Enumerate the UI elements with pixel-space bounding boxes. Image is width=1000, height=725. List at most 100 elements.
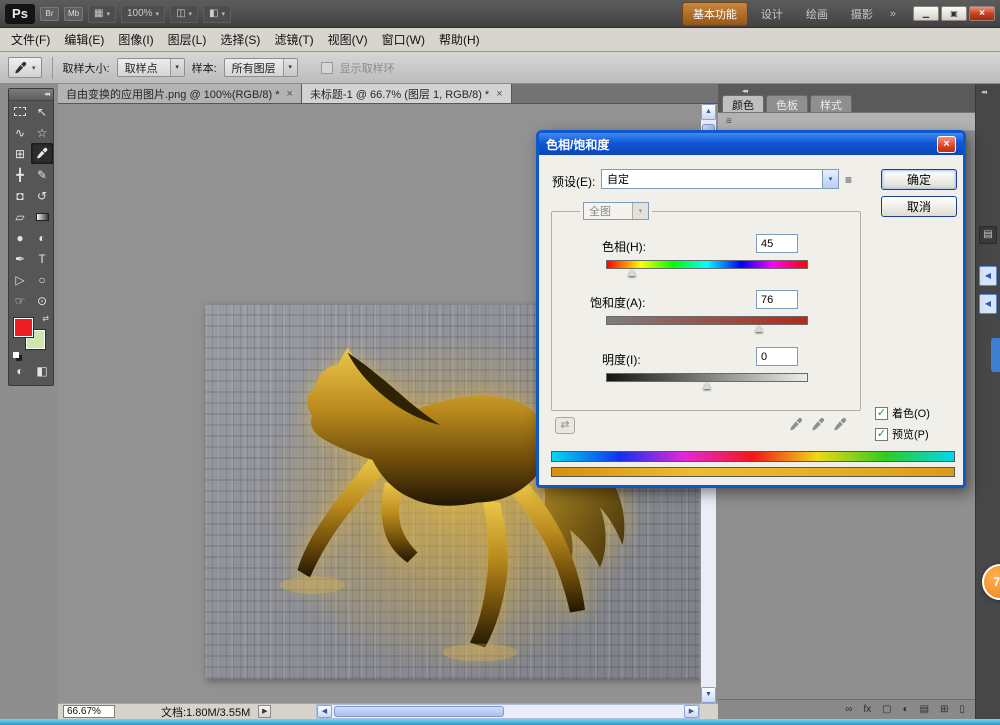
menu-view[interactable]: 视图(V) (321, 28, 375, 51)
panel-menu-icon[interactable]: ≡ (726, 116, 732, 127)
hue-slider-marker[interactable] (628, 269, 636, 276)
workspace-paint-button[interactable]: 绘画 (796, 3, 838, 25)
menu-image[interactable]: 图像(I) (111, 28, 160, 51)
channel-select[interactable]: 全图 ▾ (583, 202, 649, 220)
eyedropper-icon[interactable] (789, 417, 804, 432)
tool-eraser[interactable]: ▱ (9, 206, 31, 227)
tool-clone-stamp[interactable]: ◘ (9, 185, 31, 206)
tool-type[interactable]: T (31, 248, 53, 269)
panels-collapse-button[interactable]: ◂◂ (742, 87, 747, 95)
cancel-button[interactable]: 取消 (881, 196, 957, 217)
tool-eyedropper[interactable] (31, 143, 53, 164)
tool-shape[interactable]: ○ (31, 269, 53, 290)
saturation-slider-marker[interactable] (755, 325, 763, 332)
view-extras-button[interactable]: ▦ ▾ (88, 5, 116, 23)
lightness-slider[interactable] (606, 373, 808, 382)
new-layer-icon[interactable]: ⊞ (940, 704, 948, 715)
tool-blur[interactable]: ● (9, 227, 31, 248)
document-tab-2[interactable]: 未标题-1 @ 66.7% (图层 1, RGB/8) * × (302, 84, 512, 103)
collapsed-panel-icon[interactable]: ▤ (979, 226, 997, 244)
tool-gradient[interactable] (31, 206, 53, 227)
scroll-up-button[interactable]: ▲ (701, 104, 716, 120)
scroll-down-button[interactable]: ▼ (701, 687, 716, 703)
swap-colors-icon[interactable]: ⇄ (42, 314, 49, 323)
link-layers-icon[interactable]: ∞ (845, 704, 852, 715)
zoom-field[interactable] (63, 705, 115, 718)
tool-quick-select[interactable]: ☆ (31, 122, 53, 143)
layer-style-icon[interactable]: fx (863, 704, 871, 715)
foreground-color-swatch[interactable] (14, 318, 33, 337)
tool-move[interactable]: ↖ (31, 101, 53, 122)
expand-panel-button-1[interactable]: ◀ (979, 266, 997, 286)
dialog-close-button[interactable]: × (937, 136, 956, 153)
preset-options-button[interactable]: ≡ (845, 173, 852, 187)
show-sampling-ring-checkbox[interactable] (321, 62, 333, 74)
preview-checkbox[interactable]: ✓ (875, 428, 888, 441)
menu-window[interactable]: 窗口(W) (375, 28, 432, 51)
tools-collapse-button[interactable]: ◂◂ (9, 89, 53, 101)
scroll-left-button[interactable]: ◀ (317, 705, 332, 718)
menu-filter[interactable]: 滤镜(T) (267, 28, 320, 51)
lightness-input[interactable] (756, 347, 798, 366)
quick-mask-button[interactable]: ◐ (9, 360, 31, 381)
targeted-adjustment-icon[interactable]: ⇄ (555, 417, 575, 434)
minimize-button[interactable]: ▁ (913, 6, 939, 21)
hue-input[interactable] (756, 234, 798, 253)
menu-help[interactable]: 帮助(H) (432, 28, 487, 51)
tool-preset-picker[interactable]: ▾ (8, 57, 42, 78)
saturation-input[interactable] (756, 290, 798, 309)
active-panel-indicator[interactable] (991, 338, 1000, 372)
dialog-titlebar[interactable]: 色相/饱和度 × (539, 133, 963, 155)
screen-mode-button[interactable]: ◧ ▾ (203, 5, 231, 23)
tool-pen[interactable]: ✒ (9, 248, 31, 269)
eyedropper-subtract-icon[interactable] (833, 417, 848, 432)
tool-lasso[interactable]: ∿ (9, 122, 31, 143)
saturation-slider[interactable] (606, 316, 808, 325)
colorize-checkbox[interactable]: ✓ (875, 407, 888, 420)
workspace-photo-button[interactable]: 摄影 (841, 3, 883, 25)
restore-button[interactable]: ▣ (941, 6, 967, 21)
preset-select[interactable]: 自定 ▾ (601, 169, 839, 189)
hue-slider[interactable] (606, 260, 808, 269)
tool-history-brush[interactable]: ↺ (31, 185, 53, 206)
zoom-level-button[interactable]: 100% ▾ (121, 5, 165, 23)
horizontal-scrollbar-thumb[interactable] (334, 706, 504, 717)
workspace-essentials-button[interactable]: 基本功能 (682, 2, 748, 26)
menu-file[interactable]: 文件(F) (4, 28, 57, 51)
sample-select[interactable]: 所有图层 ▾ (224, 58, 298, 77)
default-colors-icon[interactable] (13, 352, 19, 358)
layer-mask-icon[interactable]: ▢ (882, 704, 891, 715)
tool-rect-marquee[interactable] (9, 101, 31, 122)
status-options-button[interactable]: ▶ (258, 705, 271, 718)
eyedropper-add-icon[interactable] (811, 417, 826, 432)
tool-zoom[interactable]: ⊙ (31, 290, 53, 311)
ok-button[interactable]: 确定 (881, 169, 957, 190)
tool-brush[interactable]: ✎ (31, 164, 53, 185)
layer-group-icon[interactable]: ▤ (920, 704, 929, 715)
menu-edit[interactable]: 编辑(E) (57, 28, 111, 51)
tool-dodge[interactable]: ◐ (31, 227, 53, 248)
lightness-slider-marker[interactable] (703, 382, 711, 389)
adjustment-layer-icon[interactable]: ◐ (903, 704, 909, 715)
sample-size-select[interactable]: 取样点 ▾ (117, 58, 185, 77)
tool-path-select[interactable]: ▷ (9, 269, 31, 290)
close-button[interactable]: × (969, 6, 995, 21)
bridge-button[interactable]: Br (40, 7, 59, 21)
arrange-documents-button[interactable]: ◫ ▾ (170, 5, 198, 23)
menu-layer[interactable]: 图层(L) (161, 28, 214, 51)
horizontal-scrollbar[interactable]: ◀ ▶ (316, 704, 700, 719)
tool-crop[interactable]: ⊞ (9, 143, 31, 164)
document-tab-1[interactable]: 自由变换的应用图片.png @ 100%(RGB/8) * × (58, 84, 302, 103)
screen-mode-toggle[interactable]: ◧ (31, 360, 53, 381)
tool-healing-brush[interactable]: ╋ (9, 164, 31, 185)
menu-select[interactable]: 选择(S) (213, 28, 267, 51)
close-icon[interactable]: × (496, 88, 502, 100)
workspace-overflow-button[interactable]: » (886, 8, 900, 20)
expand-dock-button[interactable]: ◂◂ (981, 88, 986, 96)
tool-hand[interactable]: ☞ (9, 290, 31, 311)
workspace-design-button[interactable]: 设计 (751, 3, 793, 25)
delete-layer-icon[interactable]: ▯ (959, 704, 965, 715)
minibridge-button[interactable]: Mb (64, 7, 83, 21)
close-icon[interactable]: × (287, 88, 293, 100)
expand-panel-button-2[interactable]: ◀ (979, 294, 997, 314)
